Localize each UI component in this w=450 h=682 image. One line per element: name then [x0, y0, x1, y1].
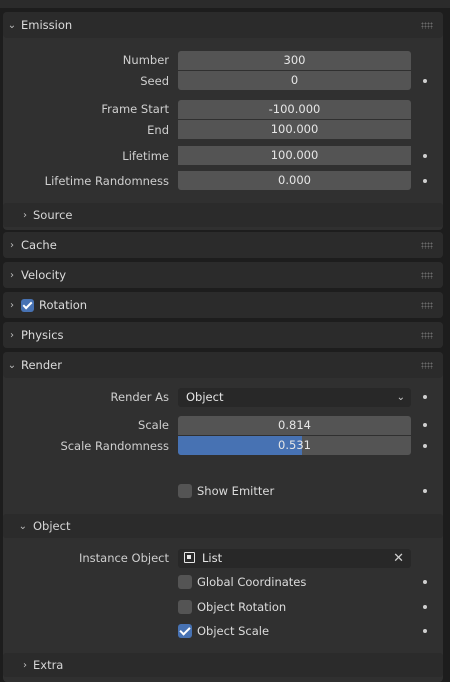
physics-title: Physics: [21, 328, 64, 342]
scale-field[interactable]: 0.814: [178, 416, 411, 435]
object-subpanel-header[interactable]: ⌄ Object: [3, 514, 443, 538]
velocity-title: Velocity: [21, 268, 67, 282]
chevron-down-icon: ⌄: [7, 359, 17, 371]
render-as-row: Render As Object ⌄: [3, 387, 443, 407]
lifetime-rand-field[interactable]: 0.000: [178, 171, 411, 190]
keyframe-dot-icon[interactable]: [423, 179, 427, 183]
render-header[interactable]: ⌄ Render: [3, 352, 443, 378]
frame-start-field[interactable]: -100.000: [178, 100, 411, 119]
object-rotation-label: Object Rotation: [197, 600, 287, 614]
show-emitter-checkbox[interactable]: [178, 484, 192, 498]
lifetime-rand-row: Lifetime Randomness 0.000: [3, 171, 443, 191]
emission-header[interactable]: ⌄ Emission: [3, 12, 443, 38]
drag-handle-icon[interactable]: [421, 22, 433, 29]
object-scale-checkbox[interactable]: [178, 624, 192, 638]
scale-row: Scale 0.814: [3, 415, 443, 435]
keyframe-dot-icon[interactable]: [423, 79, 427, 83]
object-icon: [184, 552, 195, 563]
scale-rand-label: Scale Randomness: [60, 439, 169, 453]
lifetime-rand-label: Lifetime Randomness: [44, 174, 169, 188]
drag-handle-icon[interactable]: [421, 272, 433, 279]
drag-handle-icon[interactable]: [421, 332, 433, 339]
keyframe-dot-icon[interactable]: [423, 580, 427, 584]
instance-object-row: Instance Object List ✕: [3, 548, 443, 568]
object-sub-label: Object: [33, 519, 71, 533]
chevron-down-icon: ⌄: [7, 19, 17, 31]
lifetime-row: Lifetime 100.000: [3, 146, 443, 166]
chevron-down-icon: ⌄: [18, 520, 27, 532]
object-scale-label: Object Scale: [197, 624, 270, 638]
rotation-panel: › Rotation: [3, 292, 443, 318]
keyframe-dot-icon[interactable]: [423, 629, 427, 633]
lifetime-label: Lifetime: [122, 149, 169, 163]
seed-label: Seed: [140, 74, 169, 88]
chevron-right-icon: ›: [10, 239, 14, 251]
source-label: Source: [33, 208, 73, 222]
seed-field[interactable]: 0: [178, 71, 411, 90]
object-rotation-checkbox[interactable]: [178, 600, 192, 614]
global-coords-row: Global Coordinates: [3, 572, 443, 592]
keyframe-dot-icon[interactable]: [423, 423, 427, 427]
render-as-label: Render As: [110, 390, 169, 404]
cache-title: Cache: [21, 238, 57, 252]
rotation-title: Rotation: [39, 298, 88, 312]
object-rotation-row: Object Rotation: [3, 597, 443, 617]
show-emitter-label: Show Emitter: [197, 484, 275, 498]
emission-title: Emission: [21, 18, 73, 32]
global-coords-checkbox[interactable]: [178, 575, 192, 589]
chevron-right-icon: ›: [10, 299, 14, 311]
source-subpanel-header[interactable]: › Source: [3, 203, 443, 227]
chevron-right-icon: ›: [23, 659, 27, 671]
global-coords-label: Global Coordinates: [197, 575, 307, 589]
physics-header[interactable]: › Physics: [3, 322, 443, 348]
extra-subpanel-header[interactable]: › Extra: [3, 653, 443, 677]
number-row: Number 300: [3, 50, 443, 70]
cache-panel: › Cache: [3, 232, 443, 258]
end-label: End: [147, 123, 169, 137]
render-as-dropdown[interactable]: Object ⌄: [178, 388, 411, 407]
keyframe-dot-icon[interactable]: [423, 154, 427, 158]
keyframe-dot-icon[interactable]: [423, 605, 427, 609]
top-strip: [0, 0, 450, 8]
drag-handle-icon[interactable]: [421, 302, 433, 309]
frame-start-row: Frame Start -100.000: [3, 99, 443, 119]
chevron-right-icon: ›: [23, 209, 27, 221]
keyframe-dot-icon[interactable]: [423, 444, 427, 448]
end-row: End 100.000: [3, 120, 443, 140]
render-title: Render: [21, 358, 62, 372]
instance-object-label: Instance Object: [78, 551, 169, 565]
scale-label: Scale: [138, 418, 169, 432]
instance-object-field[interactable]: List ✕: [178, 549, 411, 568]
drag-handle-icon[interactable]: [421, 362, 433, 369]
lifetime-field[interactable]: 100.000: [178, 146, 411, 165]
chevron-right-icon: ›: [10, 269, 14, 281]
keyframe-dot-icon[interactable]: [423, 395, 427, 399]
extra-label: Extra: [33, 658, 64, 672]
rotation-enable-checkbox[interactable]: [21, 298, 34, 312]
chevron-down-icon: ⌄: [396, 392, 405, 403]
object-scale-row: Object Scale: [3, 621, 443, 641]
rotation-header[interactable]: › Rotation: [3, 292, 443, 318]
cache-header[interactable]: › Cache: [3, 232, 443, 258]
scale-rand-row: Scale Randomness 0.531: [3, 436, 443, 456]
show-emitter-row: Show Emitter: [3, 481, 443, 501]
number-label: Number: [122, 53, 169, 67]
velocity-panel: › Velocity: [3, 262, 443, 288]
scale-rand-slider[interactable]: 0.531: [178, 436, 411, 455]
keyframe-dot-icon[interactable]: [423, 489, 427, 493]
number-field[interactable]: 300: [178, 51, 411, 70]
clear-icon[interactable]: ✕: [393, 549, 404, 568]
drag-handle-icon[interactable]: [421, 242, 433, 249]
chevron-right-icon: ›: [10, 329, 14, 341]
end-field[interactable]: 100.000: [178, 120, 411, 139]
physics-panel: › Physics: [3, 322, 443, 348]
velocity-header[interactable]: › Velocity: [3, 262, 443, 288]
frame-start-label: Frame Start: [101, 102, 169, 116]
seed-row: Seed 0: [3, 71, 443, 91]
